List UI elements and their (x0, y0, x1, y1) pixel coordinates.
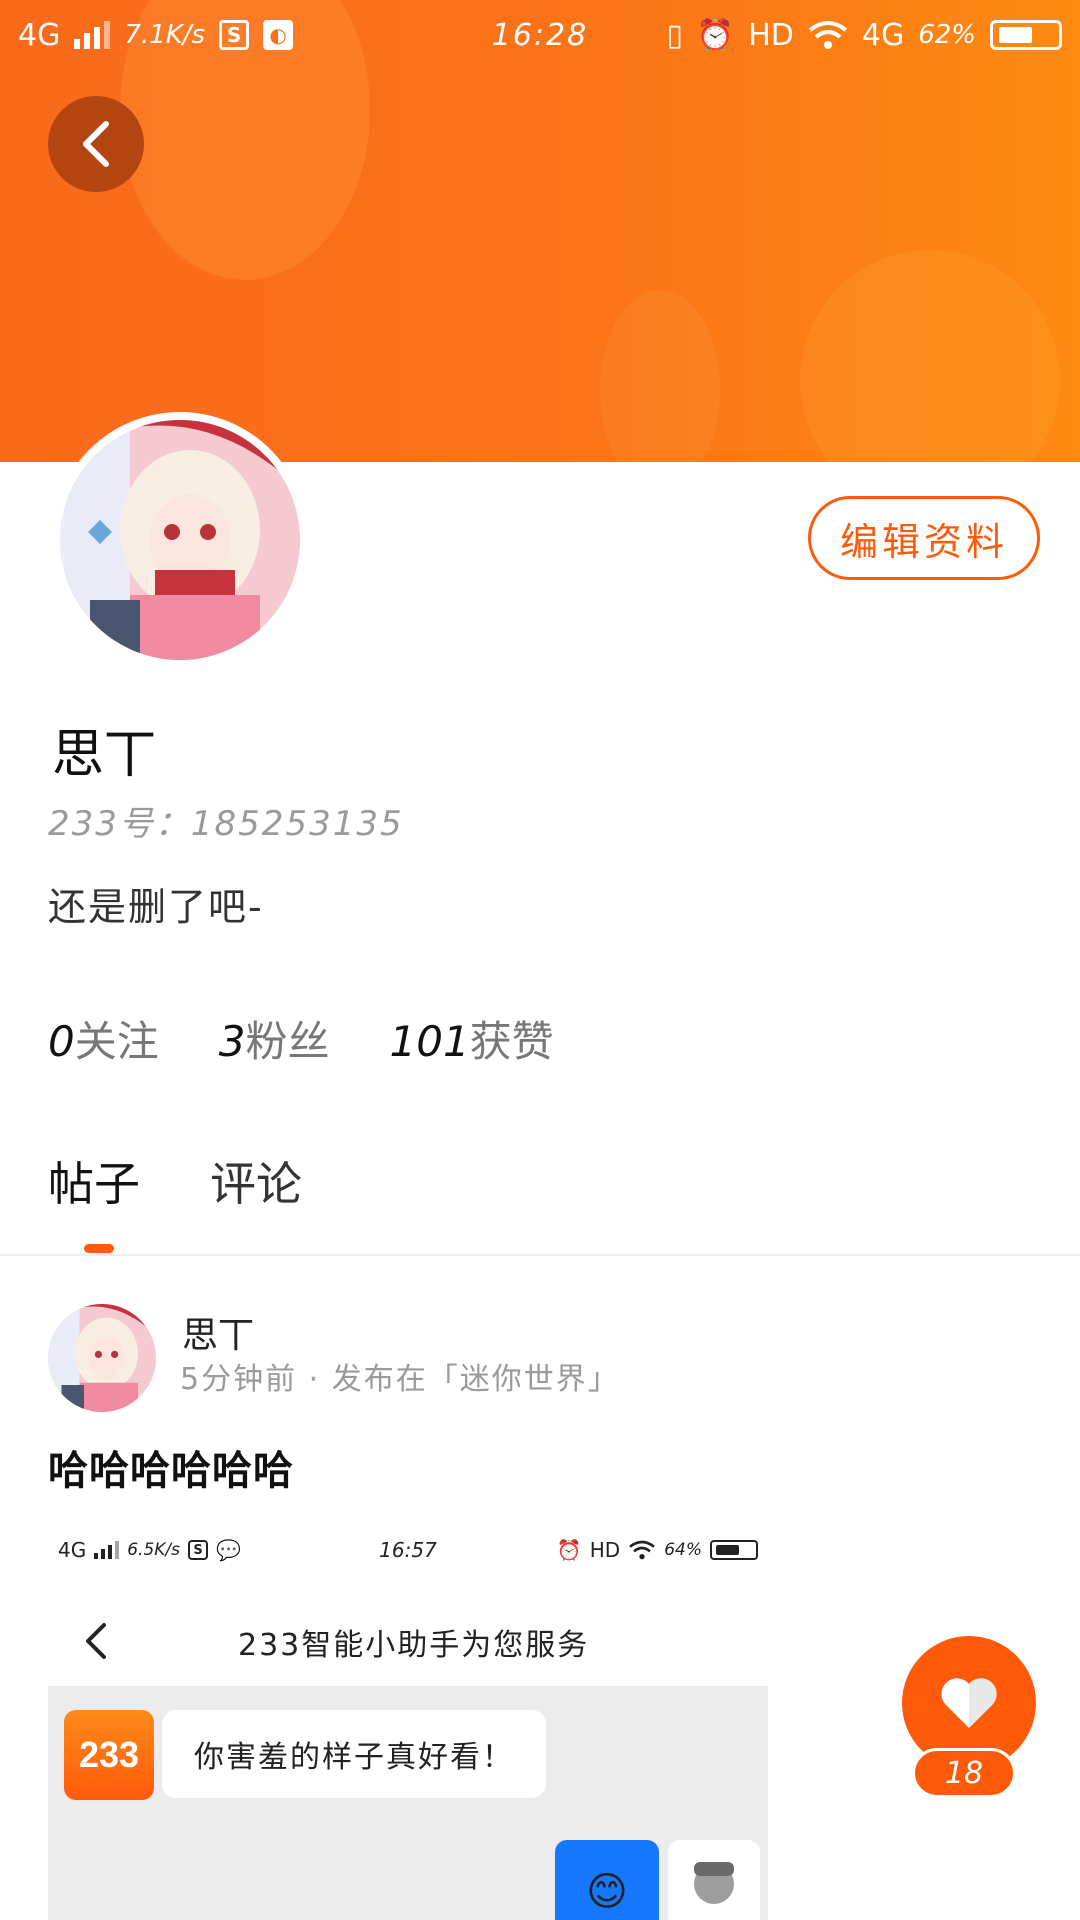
shot-wechat-icon: 💬 (216, 1538, 241, 1562)
stat-following[interactable]: 0关注 (48, 1008, 159, 1069)
shot-chat-bubble: 你害羞的样子真好看！ (162, 1710, 546, 1798)
post-body[interactable]: 哈哈哈哈哈哈 (48, 1438, 294, 1496)
shot-battery-percent: 64% (664, 1540, 702, 1560)
profile-id: 233号：185253135 (48, 796, 404, 845)
status-bar: 4G 7.1K/s S ◐ 16:28 ▯ ⏰ HD 4G 62% (0, 0, 1080, 70)
heart-icon (941, 1678, 997, 1728)
shot-alarm-icon: ⏰ (556, 1538, 582, 1562)
profile-id-value: 185253135 (190, 804, 404, 844)
shot-s-app-icon: S (188, 1540, 209, 1560)
avatar-image (60, 420, 300, 660)
network-type: 4G (18, 17, 61, 53)
profile-name: 思丅 (52, 725, 157, 785)
s-app-icon: S (219, 20, 250, 50)
edit-profile-button[interactable]: 编辑资料 (808, 496, 1040, 580)
banner-decoration (800, 250, 1060, 462)
shot-user-avatar (668, 1840, 760, 1920)
network-speed: 7.1K/s (124, 20, 206, 50)
hd-label: HD (748, 17, 794, 53)
shot-wifi-icon (629, 1540, 656, 1560)
stat-label: 关注 (74, 1017, 159, 1066)
post-time: 5分钟前 (180, 1362, 298, 1397)
like-count: 18 (912, 1748, 1016, 1798)
shot-chevron-left-icon (86, 1623, 106, 1659)
tab-active-indicator (84, 1244, 114, 1253)
profile-id-label: 233号： (48, 804, 191, 844)
alarm-icon: ⏰ (696, 17, 735, 53)
profile-stats: 0关注 3粉丝 101获赞 (48, 1008, 554, 1069)
vibrate-icon: ▯ (666, 17, 683, 53)
stat-label: 获赞 (469, 1017, 554, 1066)
post-author-avatar[interactable] (48, 1304, 156, 1412)
tab-posts[interactable]: 帖子 (48, 1148, 140, 1214)
back-button[interactable] (48, 96, 144, 192)
shot-status-bar: 4G 6.5K/s S 💬 16:57 ⏰ HD 64% (48, 1510, 768, 1590)
battery-percent: 62% (918, 20, 976, 50)
stat-number: 0 (48, 1017, 75, 1066)
profile-avatar[interactable] (52, 412, 308, 668)
post-author-name[interactable]: 思丅 (182, 1306, 254, 1358)
stat-fans[interactable]: 3粉丝 (219, 1008, 330, 1069)
shot-emoji-bubble: 😊 (555, 1840, 659, 1920)
signal-icon (74, 21, 111, 49)
app-notification-icon: ◐ (263, 20, 294, 50)
post-meta: 5分钟前 · 发布在「迷你世界」 (180, 1354, 620, 1398)
banner-decoration (600, 290, 720, 462)
network-type-right: 4G (861, 17, 905, 53)
tab-divider (0, 1254, 1080, 1256)
stat-number: 3 (218, 1017, 246, 1066)
stat-label: 粉丝 (245, 1017, 330, 1066)
post-published-in[interactable]: 发布在「迷你世界」 (332, 1362, 620, 1397)
shot-signal-icon (94, 1541, 120, 1559)
profile-tabs: 帖子 评论 (48, 1148, 302, 1214)
shot-nav-bar: 233智能小助手为您服务 (48, 1606, 768, 1676)
shot-chat-area: 233 你害羞的样子真好看！ 😊 (48, 1686, 768, 1920)
shot-network-speed: 6.5K/s (127, 1540, 181, 1560)
shot-network-type: 4G (58, 1538, 87, 1562)
shot-hd-label: HD (589, 1538, 621, 1562)
shot-battery-icon (710, 1540, 758, 1560)
logo-233: 233 (64, 1710, 154, 1800)
shot-title: 233智能小助手为您服务 (238, 1628, 590, 1663)
stat-likes[interactable]: 101获赞 (390, 1008, 554, 1069)
wifi-icon (808, 21, 848, 49)
chevron-left-icon (83, 121, 109, 167)
profile-bio: 还是删了吧- (48, 885, 264, 929)
battery-icon (990, 20, 1062, 50)
post-image[interactable]: 4G 6.5K/s S 💬 16:57 ⏰ HD 64% 233智能小助手为您服… (48, 1510, 768, 1920)
post-meta-dot: · (308, 1362, 321, 1397)
tab-comments[interactable]: 评论 (210, 1148, 302, 1214)
stat-number: 101 (389, 1017, 470, 1066)
